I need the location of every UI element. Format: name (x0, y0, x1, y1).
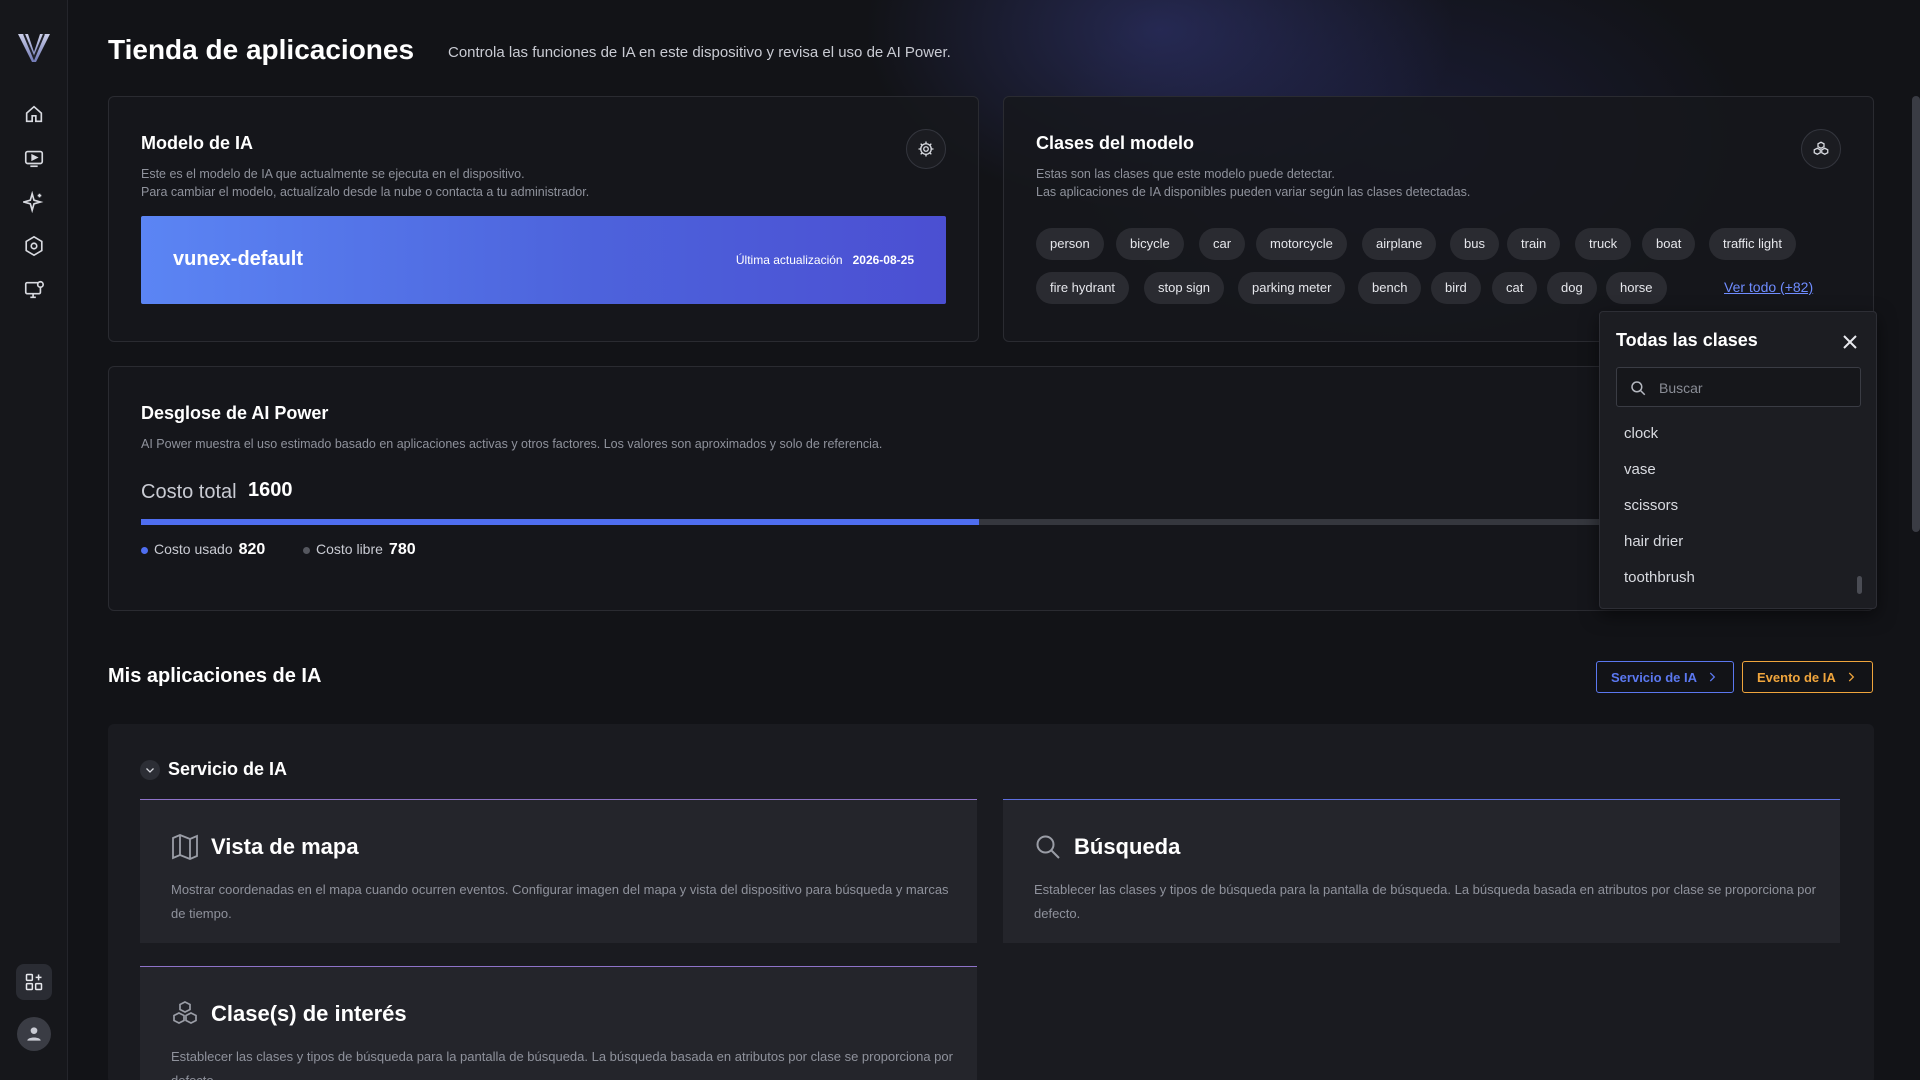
my-ai-apps-title: Mis aplicaciones de IA (108, 665, 322, 687)
ai-model-card: Modelo de IA Este es el modelo de IA que… (108, 96, 979, 342)
used-cost-legend: Costo usado 820 (141, 541, 265, 559)
ai-event-button[interactable]: Evento de IA (1742, 661, 1873, 693)
cubes-icon (1813, 141, 1829, 155)
app-card-classes-of-interest[interactable]: Clase(s) de interés Establecer las clase… (140, 966, 977, 1080)
video-play-icon (24, 150, 44, 168)
search-icon (1631, 381, 1646, 396)
model-classes-title: Clases del modelo (1036, 133, 1195, 153)
class-chip[interactable]: airplane (1362, 228, 1437, 260)
popover-scrollbar[interactable] (1857, 576, 1862, 594)
page-title: Tienda de aplicaciones (108, 34, 415, 65)
ai-model-title: Modelo de IA (141, 133, 253, 153)
cubes-icon (173, 1001, 197, 1024)
settings-icon (25, 235, 43, 257)
class-chip[interactable]: traffic light (1709, 228, 1797, 260)
app-description: Establecer las clases y tipos de búsqued… (171, 1049, 953, 1080)
sidebar-item-home[interactable] (20, 100, 48, 128)
class-chip[interactable]: cat (1492, 272, 1538, 304)
total-cost-value: 1600 (248, 479, 293, 501)
sidebar-item-app-store[interactable] (16, 964, 52, 1000)
current-model-banner: vunex-default Última actualización 2026-0… (141, 216, 946, 304)
class-chip[interactable]: stop sign (1144, 272, 1225, 304)
avatar[interactable] (17, 1017, 51, 1051)
class-chip[interactable]: person (1036, 228, 1104, 260)
app-description: Establecer las clases y tipos de búsqued… (1034, 882, 1816, 921)
class-chip[interactable]: fire hydrant (1036, 272, 1130, 304)
class-list-item[interactable]: scissors (1624, 497, 1678, 514)
class-chip[interactable]: motorcycle (1256, 228, 1347, 260)
chevron-down-icon (146, 768, 154, 773)
ai-power-title: Desglose de AI Power (141, 403, 329, 423)
sidebar (0, 0, 68, 1080)
sidebar-item-ai[interactable] (20, 188, 48, 216)
app-card-search[interactable]: Búsqueda Establecer las clases y tipos d… (1003, 799, 1840, 943)
used-dot-icon (141, 546, 148, 554)
app-description: Mostrar coordenadas en el mapa cuando oc… (171, 882, 949, 921)
total-cost-label: Costo total (141, 481, 237, 503)
brand-logo-icon (18, 33, 50, 62)
model-classes-card: Clases del modelo Estas son las clases q… (1003, 96, 1874, 342)
class-list-item[interactable]: clock (1624, 425, 1658, 442)
search-icon (1036, 835, 1060, 859)
ai-service-group-title: Servicio de IA (168, 759, 288, 779)
see-all-classes-link[interactable]: Ver todo (+82) (1724, 279, 1813, 295)
class-chip[interactable]: bench (1358, 272, 1422, 304)
page-subtitle: Controla las funciones de IA en este dis… (448, 44, 951, 61)
class-list-item[interactable]: hair drier (1624, 533, 1683, 550)
main-scrollbar[interactable] (1912, 96, 1920, 532)
collapse-toggle[interactable] (140, 760, 160, 780)
class-list-item[interactable]: toothbrush (1624, 569, 1695, 586)
map-icon (172, 834, 198, 860)
sidebar-item-device[interactable] (20, 276, 48, 304)
class-search-input[interactable] (1659, 376, 1849, 400)
free-cost-legend: Costo libre 780 (303, 541, 416, 559)
user-avatar-icon (27, 1027, 41, 1041)
sidebar-item-videos[interactable] (20, 144, 48, 172)
model-name: vunex-default (173, 248, 304, 270)
ai-model-description: Este es el modelo de IA que actualmente … (141, 167, 590, 199)
popover-title: Todas las clases (1616, 330, 1758, 350)
class-chip[interactable]: parking meter (1238, 272, 1346, 304)
sparkle-icon (23, 191, 44, 213)
free-dot-icon (303, 546, 310, 554)
class-chip[interactable]: car (1199, 228, 1246, 260)
model-last-update: Última actualización 2026-08-25 (735, 253, 914, 267)
model-classes-button[interactable] (1801, 129, 1841, 169)
app-card-map-view[interactable]: Vista de mapa Mostrar coordenadas en el … (140, 799, 977, 943)
close-icon[interactable] (1840, 332, 1860, 352)
chevron-right-icon (1848, 672, 1854, 682)
class-chip[interactable]: dog (1547, 272, 1597, 304)
class-chip[interactable]: truck (1575, 228, 1632, 260)
sidebar-item-settings[interactable] (20, 232, 48, 260)
ai-power-progress-fill (141, 519, 979, 525)
monitor-settings-icon (24, 280, 44, 299)
model-classes-description: Estas son las clases que este modelo pue… (1036, 167, 1471, 199)
class-chip[interactable]: bicycle (1116, 228, 1184, 260)
class-chip[interactable]: bus (1450, 228, 1499, 260)
ai-power-progress-bar (141, 519, 1776, 525)
ai-apps-panel: Servicio de IA Vista de mapa Mostrar coo… (108, 724, 1874, 1080)
ai-power-description: AI Power muestra el uso estimado basado … (141, 437, 883, 451)
class-chip[interactable]: boat (1642, 228, 1696, 260)
app-title: Vista de mapa (211, 834, 359, 859)
class-chip[interactable]: bird (1431, 272, 1481, 304)
class-chip[interactable]: train (1507, 228, 1561, 260)
apps-grid-icon (25, 973, 43, 991)
app-title: Clase(s) de interés (211, 1001, 407, 1026)
gear-icon (918, 141, 934, 157)
class-list-item[interactable]: vase (1624, 461, 1656, 478)
app-title: Búsqueda (1074, 834, 1181, 859)
home-icon (25, 105, 43, 123)
model-settings-button[interactable] (906, 129, 946, 169)
chevron-right-icon (1709, 672, 1716, 682)
all-classes-popover: Todas las clases clock vase scissors hai… (1599, 311, 1877, 609)
ai-service-button[interactable]: Servicio de IA (1596, 661, 1734, 693)
class-chip[interactable]: horse (1606, 272, 1667, 304)
class-search-box (1616, 367, 1861, 407)
